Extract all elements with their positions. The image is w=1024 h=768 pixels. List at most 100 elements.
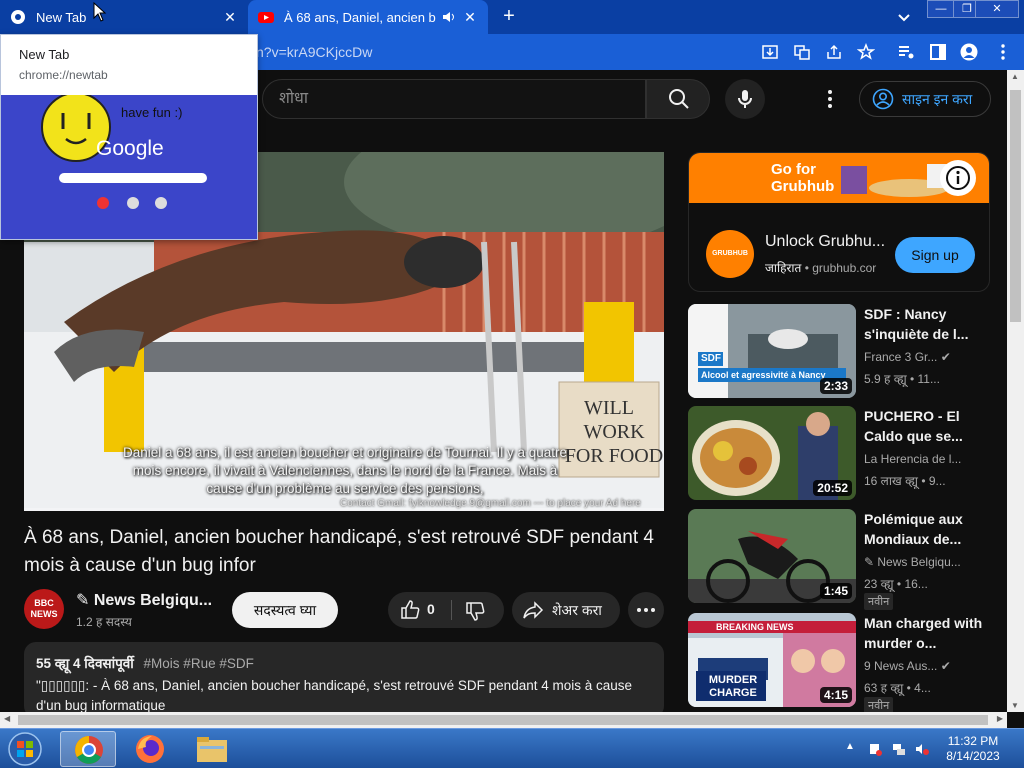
scroll-up-icon[interactable]: ▲ (1011, 72, 1019, 81)
vertical-scrollbar[interactable]: ▲ ▼ (1007, 70, 1024, 712)
ad-domain: grubhub.cor (812, 261, 877, 275)
search-icon (669, 89, 689, 109)
firefox-icon (136, 735, 164, 763)
system-clock[interactable]: 11:32 PM 8/14/2023 (938, 734, 1008, 764)
chevron-down-icon[interactable] (895, 8, 913, 26)
ad-info-button[interactable] (940, 160, 976, 196)
scroll-right-icon[interactable]: ▶ (997, 714, 1003, 723)
channel-name[interactable]: ✎ News Belgiqu... (76, 590, 212, 610)
related-channel: La Herencia de l... (864, 452, 962, 466)
windows-start-icon[interactable] (6, 731, 44, 767)
related-views: 16 लाख व्ह्यू • 9... (864, 474, 946, 488)
related-thumbnail[interactable]: 1:45 (688, 509, 856, 603)
tray-expand-icon[interactable]: ▲ (845, 741, 855, 752)
horizontal-scrollbar[interactable]: ◀ ▶ (0, 712, 1007, 728)
related-title[interactable]: SDF : Nancy s'inquiète de l... (864, 304, 984, 344)
tab-youtube-video[interactable]: À 68 ans, Daniel, ancien boucher ✕ (248, 0, 488, 34)
account-icon (872, 88, 894, 110)
related-video-item[interactable]: 20:52 PUCHERO - El Caldo que se... La He… (688, 406, 990, 502)
chrome-icon (75, 736, 103, 764)
video-duration: 1:45 (819, 583, 852, 599)
like-divider (451, 600, 452, 620)
speaker-icon[interactable] (442, 10, 456, 24)
tab-new-tab[interactable]: New Tab ✕ (0, 0, 248, 34)
subscriber-count: 1.2 ह सदस्य (76, 615, 132, 629)
horizontal-scroll-thumb[interactable] (18, 715, 988, 725)
menu-dots-icon[interactable] (994, 43, 1012, 61)
video-duration: 2:33 (819, 378, 852, 394)
more-actions-button[interactable] (628, 592, 664, 628)
taskbar-firefox[interactable] (122, 731, 178, 767)
video-progress-bar[interactable] (24, 508, 664, 511)
action-center-icon[interactable] (868, 742, 882, 756)
translate-icon[interactable] (793, 43, 811, 61)
subscribe-button[interactable]: सदस्यत्व घ्या (232, 592, 338, 628)
video-duration: 20:52 (813, 480, 852, 496)
address-bar[interactable]: n?v=krA9CKjccDw (250, 38, 750, 66)
close-icon[interactable]: ✕ (462, 9, 478, 26)
related-title[interactable]: PUCHERO - El Caldo que se... (864, 406, 984, 446)
media-queue-icon[interactable] (897, 43, 915, 61)
tab-strip: New Tab ✕ À 68 ans, Daniel, ancien bouch… (0, 0, 1024, 34)
side-panel-icon[interactable] (929, 43, 947, 61)
profile-icon[interactable] (960, 43, 978, 61)
related-video-item[interactable]: BREAKING NEWS MURDER CHARGE 4:15 Man cha… (688, 613, 990, 714)
video-description[interactable]: 55 व्ह्यू 4 दिवसांपूर्वी #Mois #Rue #SDF… (24, 642, 664, 718)
search-input[interactable]: शोधा (262, 79, 646, 119)
windows-taskbar: ▲ 11:32 PM 8/14/2023 (0, 728, 1024, 768)
new-tab-button[interactable]: + (498, 6, 520, 28)
mouse-cursor-icon (93, 2, 107, 22)
install-icon[interactable] (761, 43, 779, 61)
video-subtitle: Daniel a 68 ans, il est ancien boucher e… (122, 445, 568, 496)
thumbs-down-icon[interactable] (464, 600, 486, 622)
related-views: 23 व्ह्यू • 16... (864, 577, 928, 591)
taskbar-file-explorer[interactable] (184, 731, 240, 767)
microphone-icon (738, 90, 752, 108)
like-dislike-group: 0 (388, 592, 504, 628)
thumbnail-tag: SDF (701, 353, 721, 364)
related-title[interactable]: Man charged with murder o... (864, 613, 984, 653)
thumbs-up-icon[interactable] (399, 599, 421, 621)
ad-title: Unlock Grubhu... (765, 233, 886, 250)
channel-avatar[interactable]: BBC NEWS (24, 589, 64, 629)
view-count-date: 55 व्ह्यू 4 दिवसांपूर्वी (36, 656, 134, 671)
scroll-left-icon[interactable]: ◀ (4, 714, 10, 723)
sign-in-button[interactable]: साइन इन करा (859, 81, 991, 117)
related-thumbnail[interactable]: BREAKING NEWS MURDER CHARGE 4:15 (688, 613, 856, 707)
thumbnail-overlay: Alcool et agressivité à Nancy (701, 370, 826, 380)
related-channel-name: France 3 Gr... (864, 350, 938, 364)
ad-signup-button[interactable]: Sign up (895, 237, 975, 273)
hashtags[interactable]: #Mois #Rue #SDF (144, 656, 254, 671)
scroll-down-icon[interactable]: ▼ (1011, 701, 1019, 710)
related-thumbnail[interactable]: 20:52 (688, 406, 856, 500)
related-title[interactable]: Polémique aux Mondiaux de... (864, 509, 984, 549)
related-video-item[interactable]: 1:45 Polémique aux Mondiaux de... ✎ News… (688, 509, 990, 610)
taskbar-chrome[interactable] (60, 731, 116, 767)
svg-text:WILL: WILL (584, 397, 634, 419)
settings-dots-icon[interactable] (820, 88, 840, 110)
star-icon[interactable] (857, 43, 875, 61)
share-button[interactable]: शेअर करा (512, 592, 620, 628)
new-badge: नवीन (864, 593, 894, 610)
description-text: "▯▯▯▯▯▯: - À 68 ans, Daniel, ancien bouc… (36, 678, 633, 713)
search-button[interactable] (646, 79, 710, 119)
vertical-scroll-thumb[interactable] (1010, 90, 1021, 322)
network-icon[interactable] (892, 742, 906, 756)
sign-in-label: साइन इन करा (902, 90, 973, 107)
window-close-button[interactable]: ✕ (975, 0, 1019, 18)
share-icon[interactable] (825, 43, 843, 61)
tab-hover-preview: New Tab chrome://newtab have fun :) Goog… (0, 34, 258, 240)
voice-search-button[interactable] (725, 79, 765, 119)
related-video-item[interactable]: SDF Alcool et agressivité à Nancy 2:33 S… (688, 304, 990, 400)
related-thumbnail[interactable]: SDF Alcool et agressivité à Nancy 2:33 (688, 304, 856, 398)
volume-muted-icon[interactable] (915, 742, 929, 756)
ad-label: जाहिरात (765, 261, 802, 275)
more-horizontal-icon (637, 608, 655, 612)
minimize-button[interactable]: — (927, 0, 955, 18)
related-channel: ✎ News Belgiqu... (864, 555, 961, 569)
youtube-icon (258, 12, 274, 23)
info-icon (946, 166, 970, 190)
description-meta: 55 व्ह्यू 4 दिवसांपूर्वी #Mois #Rue #SDF (36, 654, 652, 672)
ad-sponsor-line: जाहिरात • grubhub.cor (765, 261, 877, 275)
close-icon[interactable]: ✕ (222, 9, 238, 26)
